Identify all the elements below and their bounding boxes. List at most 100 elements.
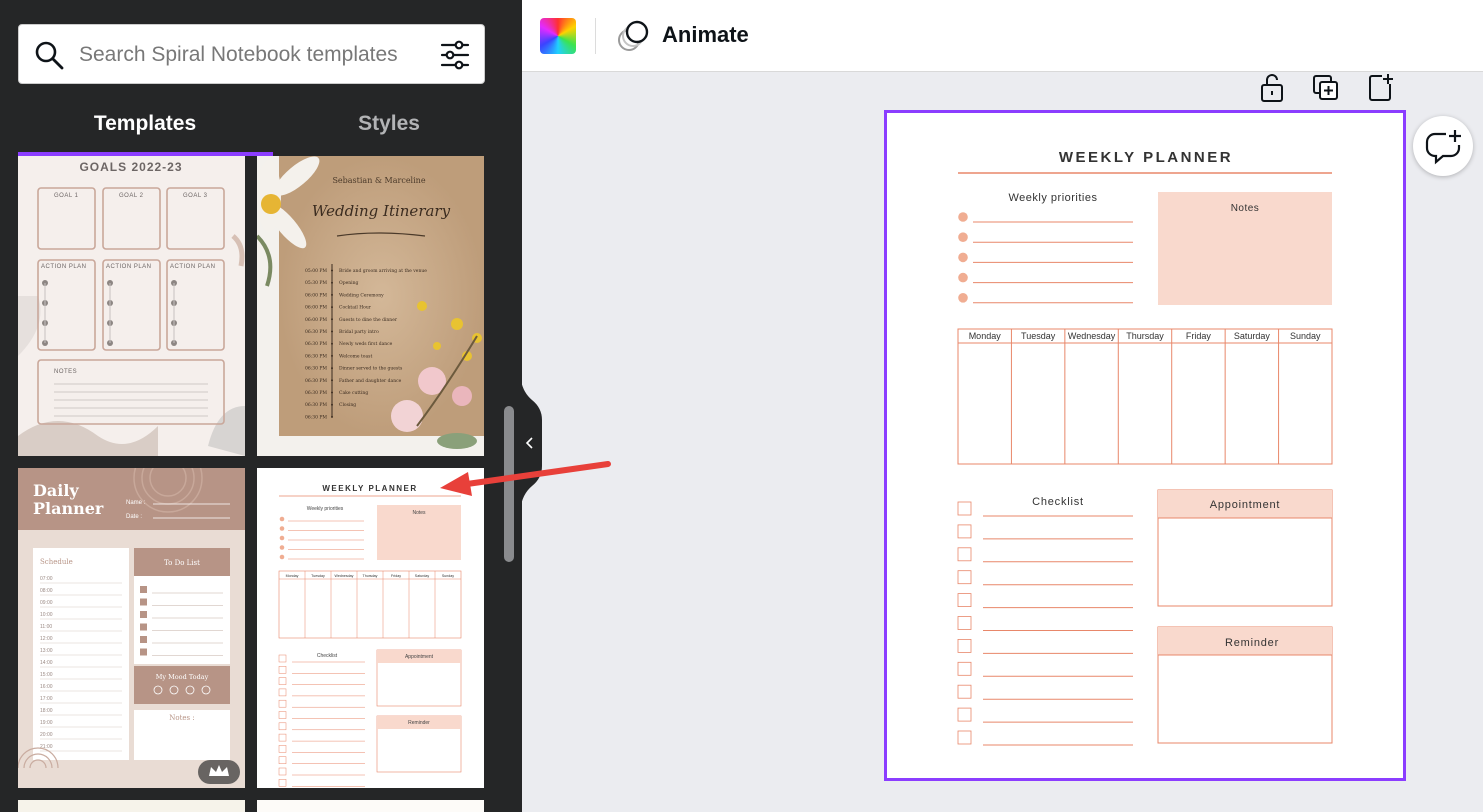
itinerary-event: Opening <box>339 280 358 286</box>
daily-title-1: Daily <box>33 481 79 500</box>
itinerary-time: 06:30 PM <box>305 402 327 408</box>
day-label: Sunday <box>442 574 454 578</box>
schedule-time: 11:00 <box>40 624 52 630</box>
planner-title: WEEKLY PLANNER <box>1059 149 1233 166</box>
schedule-time: 13:00 <box>40 648 53 654</box>
itinerary-dot <box>331 354 333 357</box>
todo-checkbox <box>140 648 147 656</box>
template-partial[interactable] <box>18 800 245 812</box>
unlock-icon[interactable] <box>1256 72 1288 104</box>
schedule-time: 09:00 <box>40 600 53 606</box>
day-label: Wednesday <box>1068 331 1116 341</box>
itinerary-event: Guests to dine the dinner <box>339 317 398 323</box>
day-label: Tuesday <box>1021 331 1056 341</box>
check-box <box>957 616 972 630</box>
check-box <box>278 733 287 742</box>
priority-bullet <box>279 545 285 550</box>
priority-bullet <box>958 293 968 303</box>
wedding-template-preview: Sebastian & Marceline Wedding Itinerary … <box>257 156 484 449</box>
itinerary-dot <box>331 342 333 345</box>
add-comment-icon <box>1425 130 1461 165</box>
schedule-time: 20:00 <box>40 732 53 738</box>
thumb-priorities: Weekly priorities <box>307 506 344 512</box>
template-daily-planner[interactable]: Daily Planner Name : Date : Schedule 07:… <box>18 468 245 788</box>
duplicate-page-icon[interactable] <box>1310 72 1342 104</box>
date-label: Date : <box>126 514 142 520</box>
priority-bullet <box>279 554 285 560</box>
itinerary-dot <box>331 367 333 370</box>
priority-bullet <box>958 212 968 222</box>
check-box <box>957 707 972 722</box>
itinerary-event: Wedding Ceremony <box>339 292 384 298</box>
day-label: Wednesday <box>335 574 354 578</box>
color-palette-icon[interactable] <box>540 18 576 54</box>
weekly-planner-design: WEEKLY PLANNER Weekly priorities Notes M… <box>957 149 1333 746</box>
template-weekly-planner[interactable]: WEEKLY PLANNER Weekly priorities Notes M… <box>257 468 484 788</box>
itinerary-event: Welcome toast <box>339 353 372 359</box>
add-page-icon[interactable] <box>1364 72 1396 104</box>
itinerary-time: 05:00 PM <box>305 268 327 274</box>
thumb-appointment: Appointment <box>405 654 434 660</box>
thumb-reminder: Reminder <box>408 720 430 726</box>
schedule-time: 16:00 <box>40 684 53 690</box>
search-bar[interactable] <box>18 24 485 84</box>
template-wedding-itinerary[interactable]: Sebastian & Marceline Wedding Itinerary … <box>257 156 484 456</box>
toolbar-divider <box>595 18 596 54</box>
weekly-template-preview: WEEKLY PLANNER Weekly priorities Notes M… <box>278 484 462 787</box>
design-page[interactable]: WEEKLY PLANNER Weekly priorities Notes M… <box>884 110 1406 781</box>
action-plan-label: ACTION PLAN <box>41 264 87 270</box>
animate-icon[interactable] <box>616 18 652 54</box>
itinerary-time: 06:30 PM <box>305 353 327 359</box>
check-box <box>957 524 972 539</box>
itinerary-dot <box>331 281 333 284</box>
day-label: Friday <box>391 574 401 578</box>
week-grid <box>278 570 462 639</box>
check-box <box>957 639 972 653</box>
template-goals[interactable]: GOALS 2022-23 GOAL 1 GOAL 2 GOAL 3 ACTIO… <box>18 156 245 456</box>
itinerary-time: 06:00 PM <box>305 317 327 323</box>
couple-names: Sebastian & Marceline <box>332 176 425 185</box>
todo-checkbox <box>140 623 147 631</box>
day-label: Monday <box>286 574 299 578</box>
day-label: Thursday <box>1126 331 1164 341</box>
thumb-checklist: Checklist <box>317 653 338 659</box>
goals-title: GOALS 2022-23 <box>79 160 182 174</box>
itinerary-dot <box>331 330 333 333</box>
day-label: Thursday <box>363 574 378 578</box>
todo-label: To Do List <box>164 559 200 567</box>
action-plan-label: ACTION PLAN <box>170 264 216 270</box>
priority-bullet <box>958 232 968 242</box>
template-partial[interactable] <box>257 800 484 812</box>
tab-styles[interactable]: Styles <box>262 100 516 156</box>
itinerary-event: Dinner served to the guests <box>339 366 403 372</box>
schedule-time: 15:00 <box>40 672 53 678</box>
priorities-label: Weekly priorities <box>1009 192 1098 204</box>
check-box <box>957 501 972 516</box>
mood-label: My Mood Today <box>156 673 209 681</box>
todo-checkbox <box>140 636 147 643</box>
check-box <box>278 722 287 731</box>
check-box <box>278 745 287 753</box>
itinerary-event: Newly weds first dance <box>339 341 393 347</box>
week-grid <box>957 328 1333 465</box>
itinerary-time: 06:00 PM <box>305 305 327 311</box>
schedule-time: 14:00 <box>40 660 53 666</box>
check-box <box>278 767 287 776</box>
todo-checkbox <box>140 598 147 606</box>
search-input[interactable] <box>79 37 399 73</box>
itinerary-time: 06:30 PM <box>305 378 327 384</box>
editor-toolbar: Animate <box>522 0 1483 72</box>
sliders-icon[interactable] <box>439 39 471 71</box>
thumb-notes: Notes <box>412 510 426 516</box>
panel-scrollbar[interactable] <box>504 406 514 562</box>
schedule-time: 12:00 <box>40 636 53 642</box>
notes-label: Notes : <box>169 714 194 722</box>
itinerary-event: Closing <box>339 402 356 408</box>
add-comment-button[interactable] <box>1413 116 1473 176</box>
check-box <box>278 654 287 663</box>
itinerary-time: 05:30 PM <box>305 280 327 286</box>
animate-button[interactable]: Animate <box>662 22 749 48</box>
tab-templates[interactable]: Templates <box>18 100 272 156</box>
itinerary-time: 06:30 PM <box>305 414 327 420</box>
itinerary-dot <box>331 415 333 418</box>
